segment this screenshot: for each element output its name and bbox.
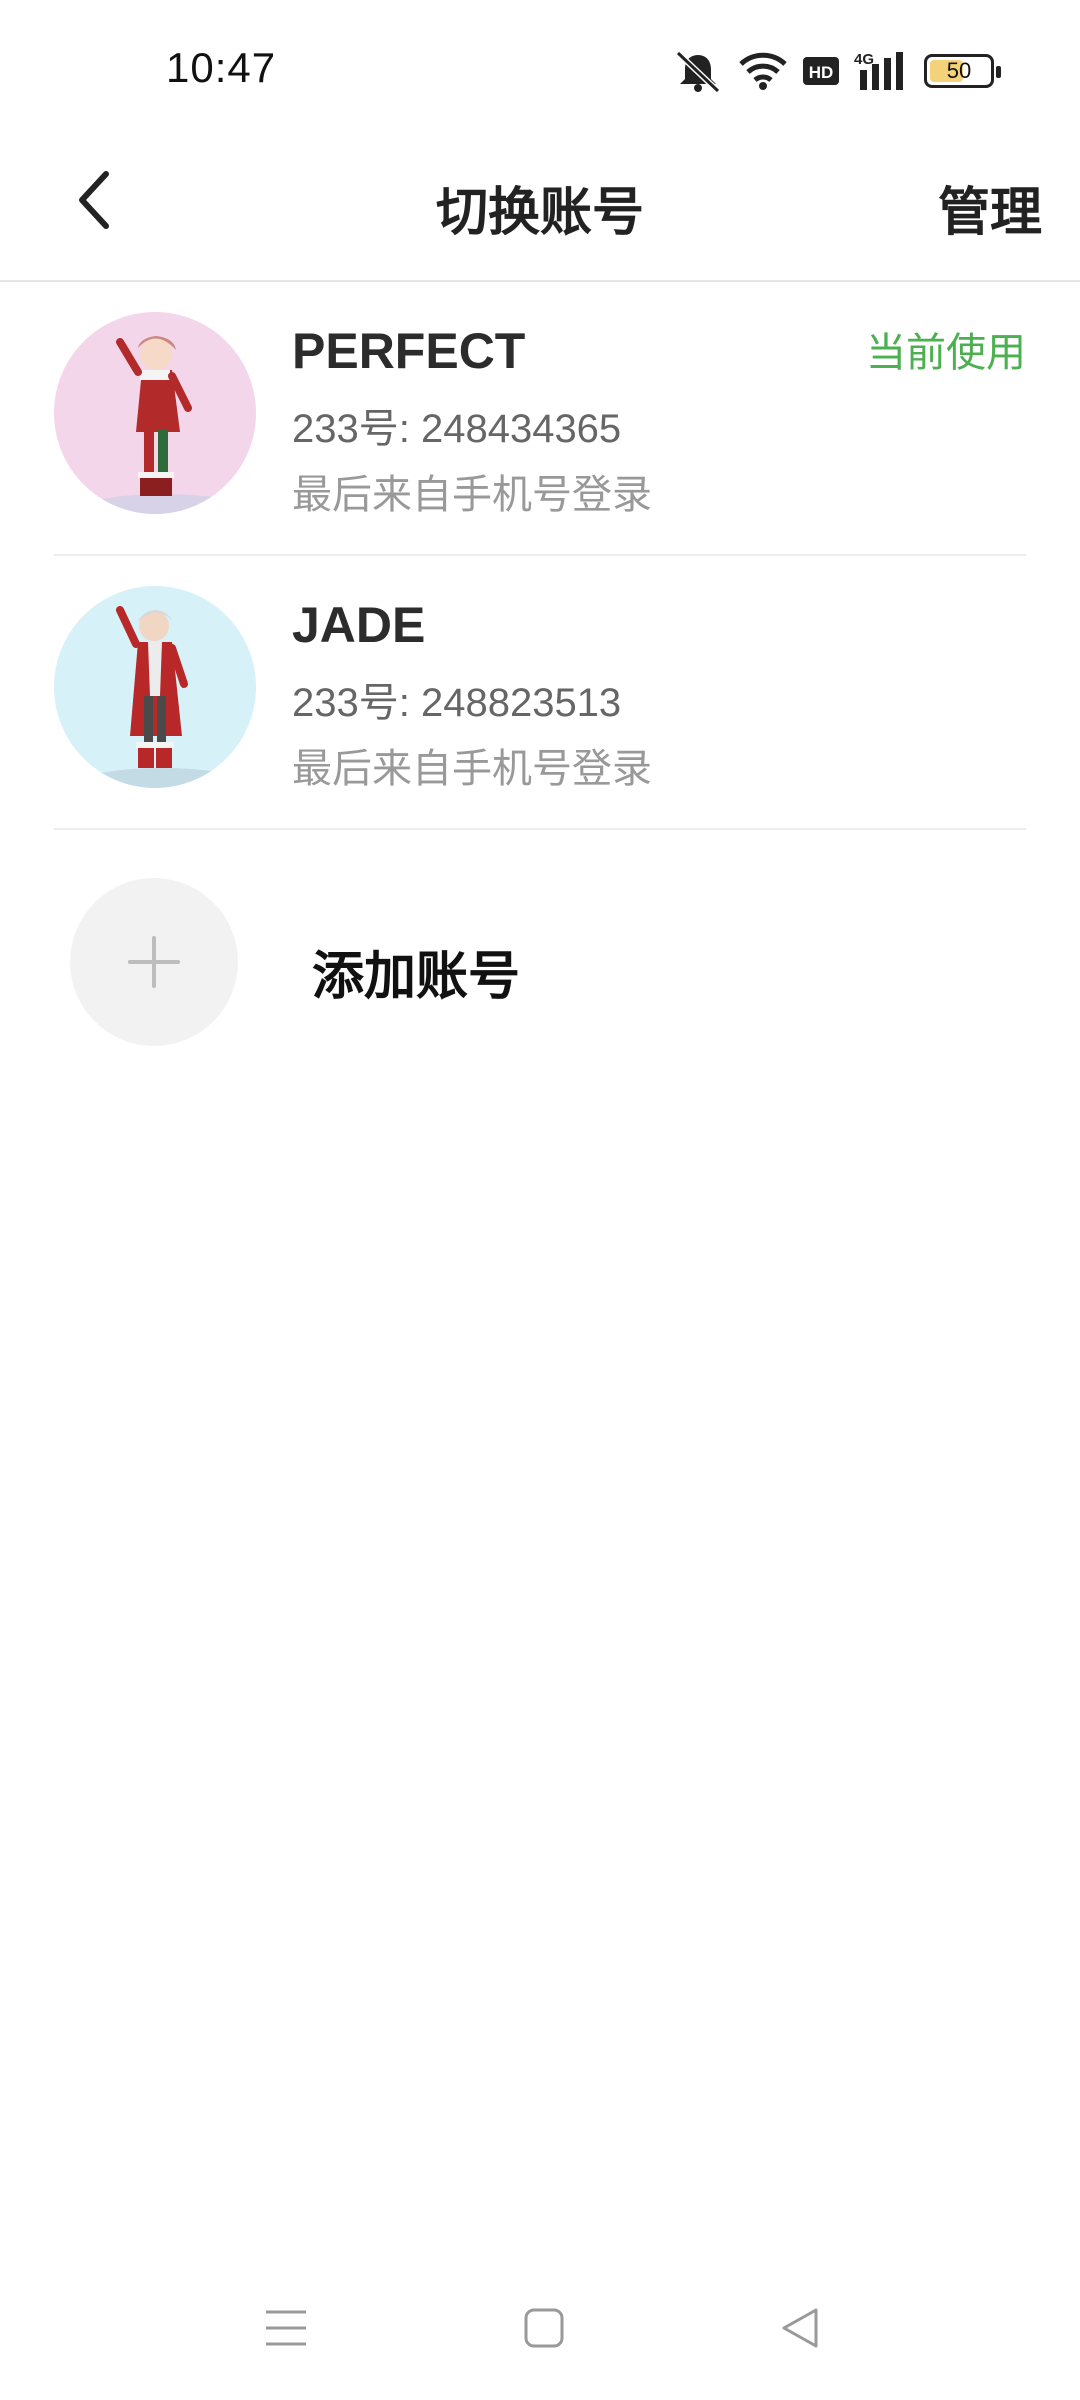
recent-apps-button[interactable] bbox=[246, 2288, 326, 2368]
account-list: PERFECT 233号: 248434365 最后来自手机号登录 当前使用 J… bbox=[0, 282, 1080, 830]
status-time: 10:47 bbox=[166, 44, 277, 91]
account-id: 233号: 248823513 bbox=[292, 681, 622, 725]
avatar bbox=[54, 312, 256, 514]
account-login-source: 最后来自手机号登录 bbox=[292, 747, 652, 791]
plus-icon bbox=[128, 936, 180, 988]
battery-level: 50 bbox=[946, 58, 972, 83]
home-button[interactable] bbox=[504, 2288, 584, 2368]
svg-text:4G: 4G bbox=[854, 51, 874, 68]
wifi-icon bbox=[738, 51, 788, 91]
menu-icon bbox=[266, 2310, 306, 2346]
page-title: 切换账号 bbox=[435, 184, 644, 242]
account-name: JADE bbox=[292, 597, 426, 653]
current-account-badge: 当前使用 bbox=[866, 331, 1026, 375]
system-back-button[interactable] bbox=[760, 2288, 840, 2368]
add-account-button[interactable]: 添加账号 bbox=[70, 878, 970, 1048]
back-triangle-icon bbox=[782, 2308, 818, 2348]
account-item[interactable]: PERFECT 233号: 248434365 最后来自手机号登录 当前使用 bbox=[54, 282, 1026, 556]
account-login-source: 最后来自手机号登录 bbox=[292, 473, 652, 517]
top-bar: 切换账号 管理 bbox=[0, 130, 1080, 282]
battery-icon: 50 bbox=[924, 54, 1001, 88]
manage-button[interactable]: 管理 bbox=[938, 170, 1042, 245]
signal-4g-icon: 4G bbox=[854, 50, 910, 92]
status-icons: HD 4G 50 bbox=[672, 46, 1001, 96]
status-bar: 10:47 HD 4G 50 bbox=[0, 0, 1080, 130]
avatar bbox=[54, 586, 256, 788]
account-name: PERFECT bbox=[292, 323, 526, 379]
svg-text:HD: HD bbox=[809, 63, 834, 82]
mute-bell-icon bbox=[672, 49, 724, 93]
add-account-circle bbox=[70, 878, 238, 1046]
home-square-icon bbox=[524, 2308, 564, 2348]
account-id: 233号: 248434365 bbox=[292, 407, 622, 451]
hd-icon: HD bbox=[802, 54, 840, 88]
add-account-label: 添加账号 bbox=[312, 948, 521, 1006]
system-nav-bar bbox=[0, 2260, 1080, 2400]
account-item[interactable]: JADE 233号: 248823513 最后来自手机号登录 bbox=[54, 556, 1026, 830]
